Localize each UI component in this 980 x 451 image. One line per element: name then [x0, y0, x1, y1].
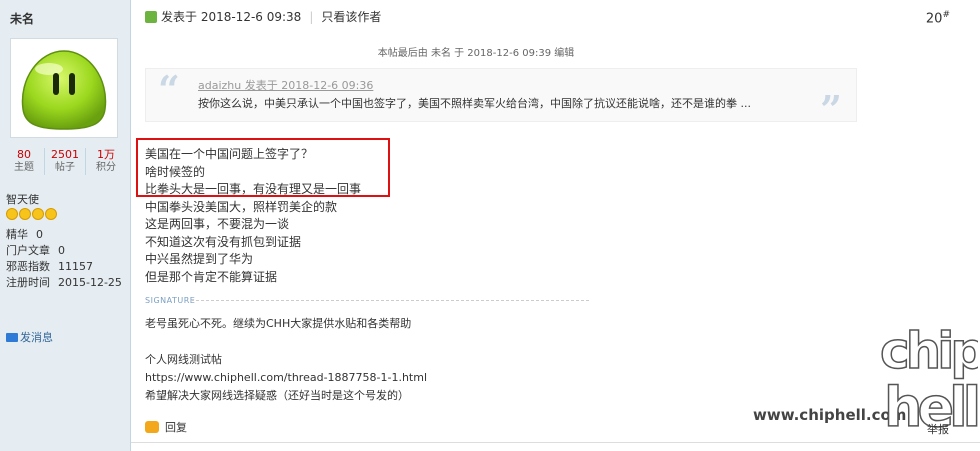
floor-number[interactable]: 20#	[926, 10, 950, 26]
signature-line	[145, 333, 427, 351]
quote-block: “ adaizhu 发表于 2018-12-6 09:36 按你这么说，中美只承…	[145, 67, 857, 129]
stat-points[interactable]: 1万 积分	[86, 148, 126, 175]
info-row: 注册时间 2015-12-25	[6, 275, 122, 291]
info-value: 0	[36, 228, 43, 241]
author-sidebar: 未名 80 主题 2501 帖子 1万 积分 智天使 精华 0 门户文章 0 邪…	[0, 0, 131, 451]
signature: 老号虽死心不死。继续为CHH大家提供水贴和各类帮助 个人网线测试帖 https:…	[145, 315, 427, 405]
info-key: 注册时间	[6, 276, 50, 289]
post-line: 美国在一个中国问题上签字了？	[145, 147, 314, 161]
sun-icon	[6, 208, 18, 220]
post-line: 中兴虽然提到了华为	[145, 252, 254, 266]
info-value: 2015-12-25	[58, 276, 122, 289]
send-message-link[interactable]: 发消息	[6, 329, 53, 345]
quote-text: 按你这么说，中美只承认一个中国也签字了，美国不照样卖军火给台湾，中国除了抗议还能…	[198, 97, 751, 110]
sun-icon	[32, 208, 44, 220]
signature-label: SIGNATURE	[145, 296, 196, 305]
reply-button[interactable]: 回复	[165, 419, 187, 435]
post-line: 不知道这次有没有抓包到证据	[145, 234, 302, 249]
close-quote-icon: ”	[820, 87, 842, 132]
author-name[interactable]: 未名	[10, 10, 34, 27]
post-header: 发表于 2018-12-6 09:38 | 只看该作者	[145, 8, 381, 25]
post-time: 发表于 2018-12-6 09:38	[161, 10, 302, 24]
post-line: 但是那个肯定不能算证据	[145, 269, 278, 284]
stat-threads-label: 主题	[14, 162, 34, 173]
info-key: 邪恶指数	[6, 260, 50, 273]
floor-sup: #	[942, 10, 950, 20]
info-row: 精华 0	[6, 227, 122, 243]
author-info: 精华 0 门户文章 0 邪恶指数 11157 注册时间 2015-12-25	[6, 227, 122, 291]
stat-threads-count: 80	[17, 148, 31, 161]
info-row: 邪恶指数 11157	[6, 259, 122, 275]
stat-points-count: 1万	[97, 148, 115, 161]
signature-line: 个人网线测试帖	[145, 353, 222, 366]
mail-icon	[6, 332, 18, 342]
info-key: 精华	[6, 228, 28, 241]
report-link[interactable]: 举报	[927, 421, 949, 437]
info-value: 0	[58, 244, 65, 257]
info-row: 门户文章 0	[6, 243, 122, 259]
stat-points-label: 积分	[96, 162, 116, 173]
rank-stars	[6, 208, 57, 220]
slime-avatar-image	[21, 50, 107, 130]
signature-divider	[191, 300, 589, 301]
post-body: 美国在一个中国问题上签字了？ 啥时候签的 比拳头大是一回事，有没有理又是一回事 …	[145, 146, 361, 286]
sun-icon	[19, 208, 31, 220]
stat-posts-count: 2501	[51, 148, 79, 161]
signature-link[interactable]: https://www.chiphell.com/thread-1887758-…	[145, 369, 427, 387]
stat-posts-label: 帖子	[55, 162, 75, 173]
svg-text:chip: chip	[880, 322, 978, 380]
online-status-icon	[145, 10, 157, 23]
edit-note: 本帖最后由 未名 于 2018-12-6 09:39 编辑	[377, 48, 575, 59]
sun-icon	[45, 208, 57, 220]
post-line: 中国拳头没美国大，照样罚美企的款	[145, 199, 338, 214]
only-author-link[interactable]: 只看该作者	[321, 8, 381, 25]
open-quote-icon: “	[158, 67, 180, 112]
post-line: 这是两回事，不要混为一谈	[145, 217, 290, 231]
post-line: 啥时候签的	[145, 164, 206, 179]
avatar[interactable]	[10, 38, 118, 138]
post-main: 发表于 2018-12-6 09:38 | 只看该作者 20# 本帖最后由 未名…	[131, 0, 980, 451]
signature-line: 希望解决大家网线选择疑惑（还好当时是这个号发的）	[145, 389, 409, 402]
chiphell-logo-image: chip hell	[879, 321, 980, 440]
stat-threads[interactable]: 80 主题	[4, 148, 45, 175]
send-message-label: 发消息	[20, 331, 53, 344]
info-value: 11157	[58, 260, 93, 273]
header-divider: |	[309, 9, 314, 24]
post-line: 比拳头大是一回事，有没有理又是一回事	[145, 182, 362, 196]
info-key: 门户文章	[6, 244, 50, 257]
reply-icon	[145, 421, 159, 433]
floor-number-value: 20	[925, 11, 943, 27]
user-rank[interactable]: 智天使	[6, 191, 39, 207]
author-stats: 80 主题 2501 帖子 1万 积分	[4, 148, 126, 175]
post-bottom-border	[131, 442, 980, 443]
signature-line: 老号虽死心不死。继续为CHH大家提供水贴和各类帮助	[145, 317, 412, 330]
stat-posts[interactable]: 2501 帖子	[45, 148, 86, 175]
quote-author-link[interactable]: adaizhu 发表于 2018-12-6 09:36	[198, 77, 373, 93]
post-actions: 回复	[145, 419, 187, 435]
